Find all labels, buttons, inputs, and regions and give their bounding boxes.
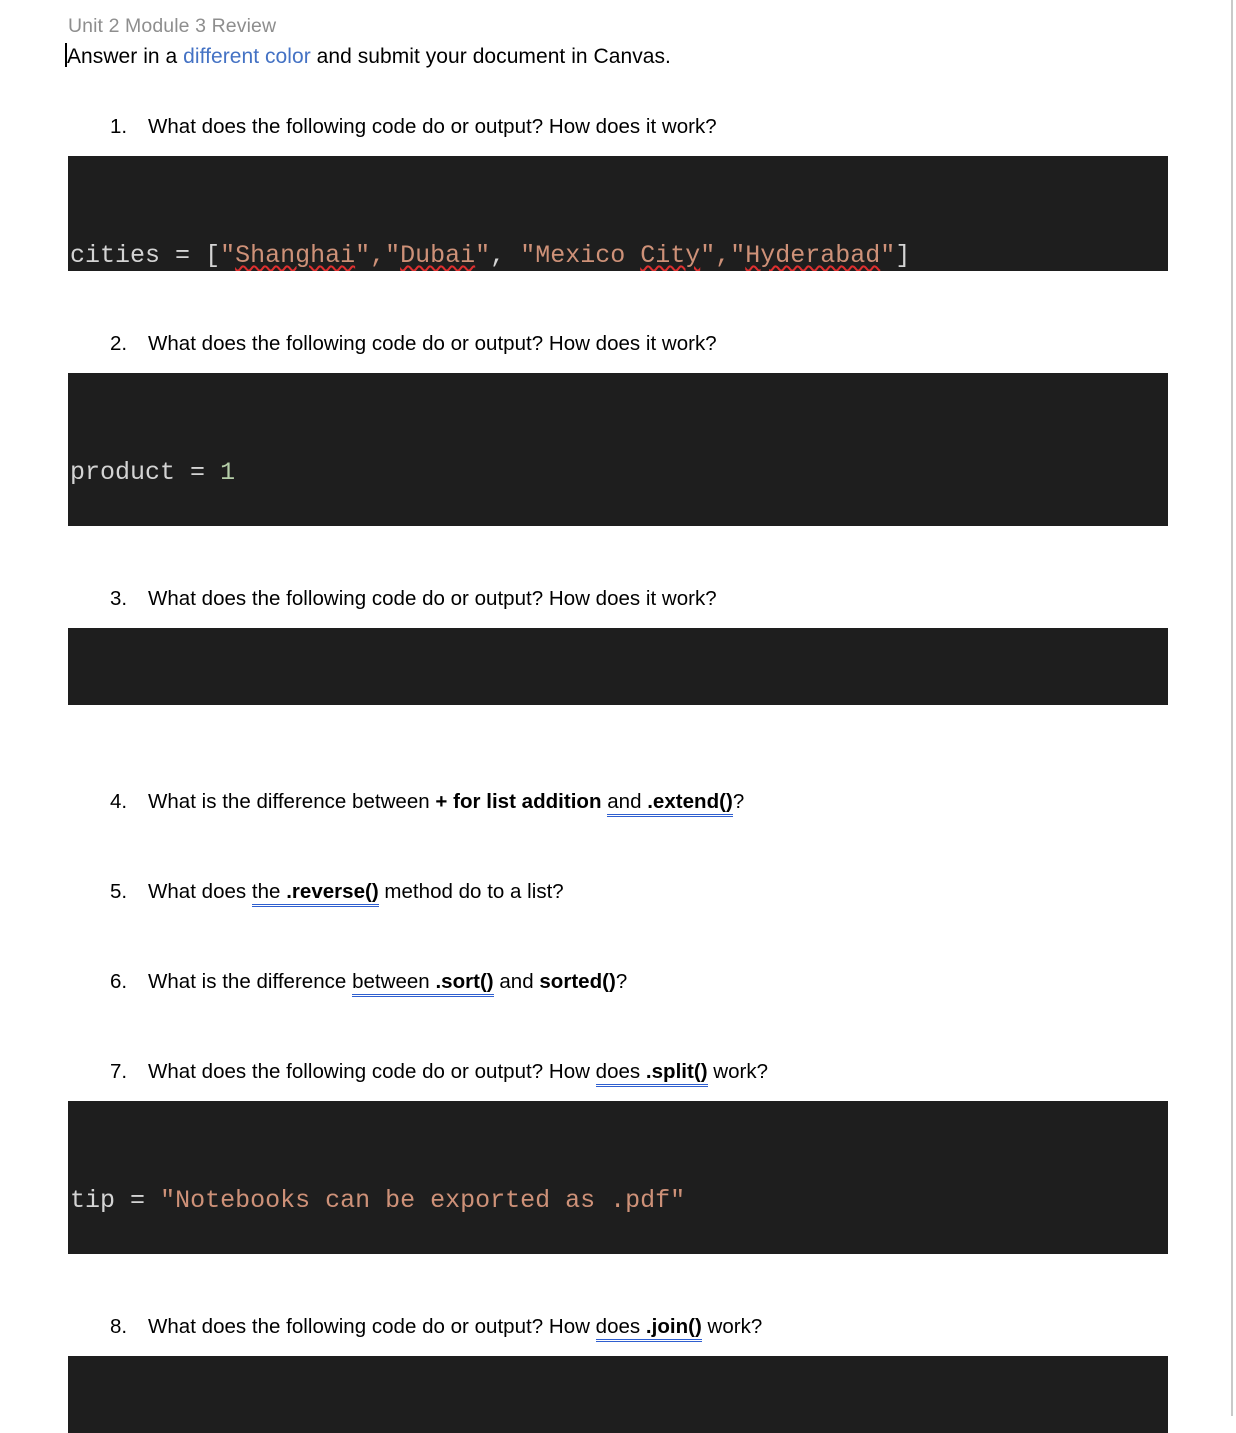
code-block-1: cities = ["Shanghai","Dubai", "Mexico Ci… (68, 156, 1168, 271)
question-text-4-d: .extend() (647, 790, 733, 813)
question-number-3: 3. (110, 587, 128, 610)
question-text-4-e: ? (732, 790, 745, 813)
question-item-7: 7. What does the following code do or out… (110, 1057, 1200, 1087)
question-text-4-b: + for list addition (435, 790, 602, 813)
question-item-5: 5. What does the .reverse() method do to … (110, 877, 1200, 907)
code-line: product = 1 (70, 458, 236, 487)
question-text-4-a: What is the difference between (148, 790, 436, 813)
document-title: Unit 2 Module 3 Review (68, 15, 277, 37)
question-text-1: What does the following code do or outpu… (148, 115, 717, 138)
question-text-2: What does the following code do or outpu… (148, 332, 717, 355)
question-text-7-d: work? (707, 1060, 769, 1083)
question-number-7: 7. (110, 1060, 128, 1083)
question-text-6-grammar: between .sort() (352, 970, 494, 997)
intro-text-before: Answer in a (67, 45, 184, 68)
question-text-6-e: sorted() (539, 970, 616, 993)
question-text-5-a: What does (148, 880, 252, 903)
question-item-2: 2. What does the following code do or out… (110, 329, 1200, 359)
question-text-5-b: the (251, 880, 287, 903)
code-block-8: letters = ["P", "y", "t", "h", "o", "n"]… (68, 1356, 1168, 1433)
question-text-7-a: What does the following code do or outpu… (148, 1060, 596, 1083)
question-number-8: 8. (110, 1315, 128, 1338)
question-number-6: 6. (110, 970, 128, 993)
question-text-8-grammar: does .join() (595, 1315, 702, 1342)
question-text-8-d: work? (701, 1315, 763, 1338)
question-number-1: 1. (110, 115, 128, 138)
question-text-4-grammar: and .extend() (607, 790, 733, 817)
question-item-6: 6. What is the difference between .sort()… (110, 967, 1200, 997)
intro-text-after: and submit your document in Canvas. (310, 45, 671, 68)
question-text-4-c: and (607, 790, 648, 813)
question-item-8: 8. What does the following code do or out… (110, 1312, 1200, 1342)
document-body: Unit 2 Module 3 Review Answer in a diffe… (0, 0, 1200, 1433)
code-block-2: product = 1 for num in range(1,5): produ… (68, 373, 1168, 526)
question-text-6-f: ? (615, 970, 628, 993)
code-block-7: tip = "Notebooks can be exported as .pdf… (68, 1101, 1168, 1254)
page-boundary-rule (1231, 0, 1233, 1416)
question-text-3: What does the following code do or outpu… (148, 587, 717, 610)
code-line: cities = ["Shanghai","Dubai", "Mexico Ci… (70, 241, 911, 270)
question-text-7-grammar: does .split() (595, 1060, 708, 1087)
question-text-6-d: and (493, 970, 540, 993)
document-page: Unit 2 Module 3 Review Answer in a diffe… (0, 0, 1236, 1433)
question-text-8-c: .join() (645, 1315, 702, 1338)
question-number-5: 5. (110, 880, 128, 903)
question-text-5-grammar: the .reverse() (251, 880, 379, 907)
question-text-6-a: What is the difference (148, 970, 353, 993)
code-line: tip = "Notebooks can be exported as .pdf… (70, 1186, 686, 1215)
question-item-1: 1. What does the following code do or out… (110, 112, 1200, 142)
question-text-8-a: What does the following code do or outpu… (148, 1315, 596, 1338)
question-text-6-c: .sort() (435, 970, 494, 993)
question-text-5-d: method do to a list? (378, 880, 564, 903)
question-text-6-b: between (352, 970, 436, 993)
question-item-3: 3. What does the following code do or out… (110, 584, 1200, 614)
question-text-7-c: .split() (645, 1060, 708, 1083)
question-text-8-b: does (595, 1315, 646, 1338)
question-text-7-b: does (595, 1060, 646, 1083)
code-block-3: odd_list = list(range(1,20,2)) print(odd… (68, 628, 1168, 705)
question-number-4: 4. (110, 790, 128, 813)
question-number-2: 2. (110, 332, 128, 355)
intro-instruction: Answer in a different color and submit y… (65, 42, 1200, 72)
question-text-5-c: .reverse() (286, 880, 379, 903)
intro-accent-text: different color (183, 45, 311, 68)
question-item-4: 4. What is the difference between + for l… (110, 787, 1200, 817)
